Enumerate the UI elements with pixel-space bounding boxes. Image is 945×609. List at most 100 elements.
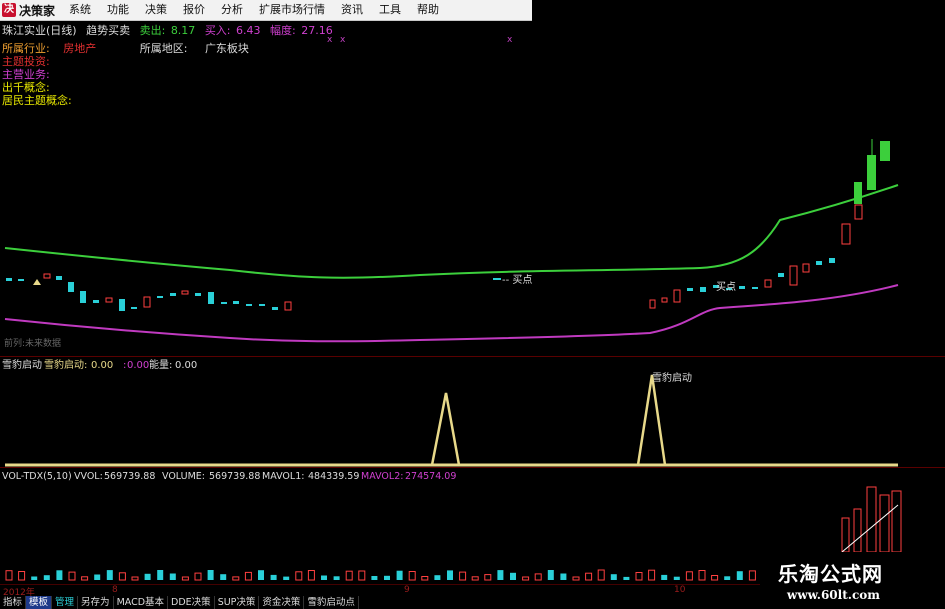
- no-data-label: 前列:未来数据: [4, 337, 61, 349]
- volume-bar: [81, 576, 89, 581]
- candle: [493, 278, 501, 280]
- mavol1-label: MAVOL1:: [262, 471, 304, 482]
- chart-canvas: x x x 前列:未来数据 -- 买点 买点 雪豹启动 雪豹启动: 0.00:…: [2, 35, 902, 581]
- volume-bar: [283, 576, 290, 580]
- volume-bar: [307, 570, 315, 581]
- upper-trend-line: [4, 184, 899, 279]
- volume-bar: [131, 576, 139, 581]
- volume-bar: [736, 571, 743, 580]
- volume-bar: [497, 570, 504, 580]
- tab-sup[interactable]: SUP决策: [215, 596, 260, 609]
- volume-bar: [610, 574, 617, 580]
- mavol1-value: 484339.59: [308, 471, 359, 482]
- volume-bar: [258, 570, 264, 580]
- volume-bar: [270, 574, 277, 580]
- volume-bar: [673, 576, 680, 580]
- watermark-title: 乐淘公式网: [778, 562, 883, 586]
- volume-label: VOLUME:: [162, 471, 205, 482]
- volume-bar: [724, 576, 731, 580]
- tab-save-as[interactable]: 另存为: [78, 596, 114, 609]
- marker-dot: x: [340, 35, 346, 45]
- candles-left: [6, 273, 292, 311]
- tab-manage[interactable]: 管理: [52, 596, 79, 609]
- volume-bar: [345, 570, 353, 581]
- volume-bar: [43, 575, 50, 580]
- volume-bar: [534, 573, 542, 581]
- signal-spike-2: [636, 374, 667, 466]
- volume-bar: [711, 575, 719, 581]
- volume-bar: [371, 576, 378, 580]
- volume-bar: [408, 571, 416, 581]
- mavol2-label: MAVOL2:: [361, 471, 403, 482]
- volume-value: 569739.88: [209, 471, 260, 482]
- tab-snow-leopard[interactable]: 雪豹启动点: [304, 596, 359, 609]
- volume-bar: [220, 574, 227, 580]
- marker-dot: x: [507, 35, 513, 45]
- volume-bar: [661, 574, 668, 580]
- volume-bar: [232, 576, 240, 581]
- volume-bar: [484, 574, 492, 581]
- tab-macd[interactable]: MACD基本: [114, 596, 169, 609]
- sub-field2-label: :: [123, 360, 126, 371]
- buy-point-marker: -- 买点: [502, 274, 532, 286]
- volume-bar: [106, 570, 113, 580]
- sub-indicator-name: 雪豹启动: [2, 358, 42, 371]
- volume-bar: [560, 573, 567, 580]
- volume-bar: [685, 571, 693, 581]
- buy-point-marker-2: 买点: [716, 281, 736, 293]
- volume-bar: [144, 573, 151, 580]
- volume-bar: [207, 570, 214, 580]
- lower-trend-line: [4, 284, 899, 343]
- volume-bar: [31, 576, 38, 580]
- sub-field1-value: 0.00: [91, 360, 113, 371]
- bottom-tab-bar: 指标 模板 管理 另存为 MACD基本 DDE决策 SUP决策 资金决策 雪豹启…: [0, 596, 760, 609]
- vvol-label: VVOL:: [74, 471, 103, 482]
- volume-bar: [157, 570, 164, 580]
- marker-dot: x: [327, 35, 333, 45]
- volume-bar: [421, 576, 429, 581]
- volume-bar: [698, 570, 706, 581]
- vol-indicator-name: VOL-TDX(5,10): [2, 471, 72, 482]
- sub-field3-label: 能量:: [149, 358, 172, 371]
- sub-field1-label: 雪豹启动:: [44, 358, 87, 371]
- mavol2-value: 274574.09: [405, 471, 456, 482]
- volume-bar: [181, 576, 189, 581]
- tab-template[interactable]: 模板: [26, 596, 53, 609]
- volume-bar: [648, 569, 656, 581]
- axis-month-8: 8: [112, 585, 118, 595]
- sub-field2-value: 0.00: [127, 360, 149, 371]
- volume-bar: [5, 570, 13, 581]
- volume-bar: [68, 571, 76, 581]
- volume-bar: [169, 573, 176, 580]
- watermark-url: www.60lt.com: [787, 588, 880, 602]
- signal-spike-1: [430, 392, 461, 466]
- volume-bar: [358, 570, 366, 581]
- axis-month-10: 10: [674, 585, 686, 595]
- volume-bar: [18, 571, 26, 581]
- volume-bar: [623, 576, 630, 580]
- sub-field3-value: 0.00: [175, 360, 197, 371]
- volume-bar: [321, 575, 327, 580]
- volume-bar: [572, 576, 580, 581]
- volume-bar: [396, 570, 403, 580]
- volume-bar: [597, 569, 605, 581]
- tab-dde[interactable]: DDE决策: [168, 596, 215, 609]
- volume-bar: [635, 572, 643, 581]
- candles-right: [649, 139, 890, 309]
- volume-bar: [547, 570, 554, 580]
- signal-label: 雪豹启动: [652, 371, 692, 384]
- vvol-value: 569739.88: [104, 471, 155, 482]
- tab-fund[interactable]: 资金决策: [259, 596, 305, 609]
- axis-month-9: 9: [404, 585, 410, 595]
- volume-bar: [94, 574, 101, 580]
- tab-indicator[interactable]: 指标: [0, 596, 27, 609]
- volume-bar: [585, 572, 593, 581]
- volume-bar: [56, 570, 63, 580]
- volume-bar: [510, 572, 516, 580]
- volume-bar: [333, 576, 340, 580]
- volume-bar: [244, 571, 252, 581]
- volume-bar: [471, 576, 479, 581]
- volume-bar: [522, 576, 530, 581]
- volume-bar: [194, 572, 202, 581]
- volume-bar: [434, 575, 441, 580]
